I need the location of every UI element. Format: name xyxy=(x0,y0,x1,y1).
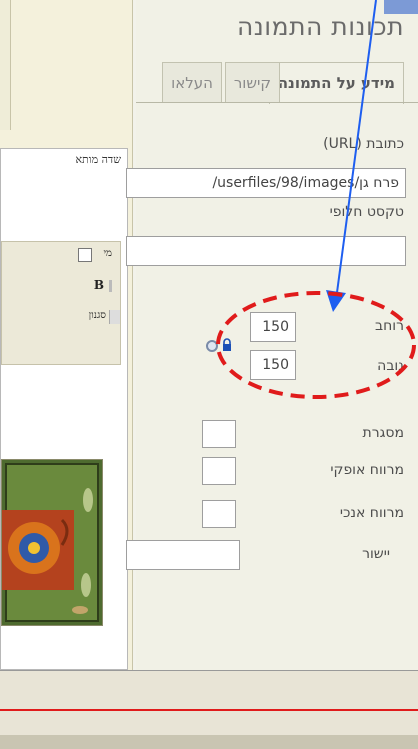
annotation-arrow xyxy=(335,0,377,301)
annotation-overlay xyxy=(216,0,416,399)
annotation-ellipse xyxy=(216,291,416,399)
